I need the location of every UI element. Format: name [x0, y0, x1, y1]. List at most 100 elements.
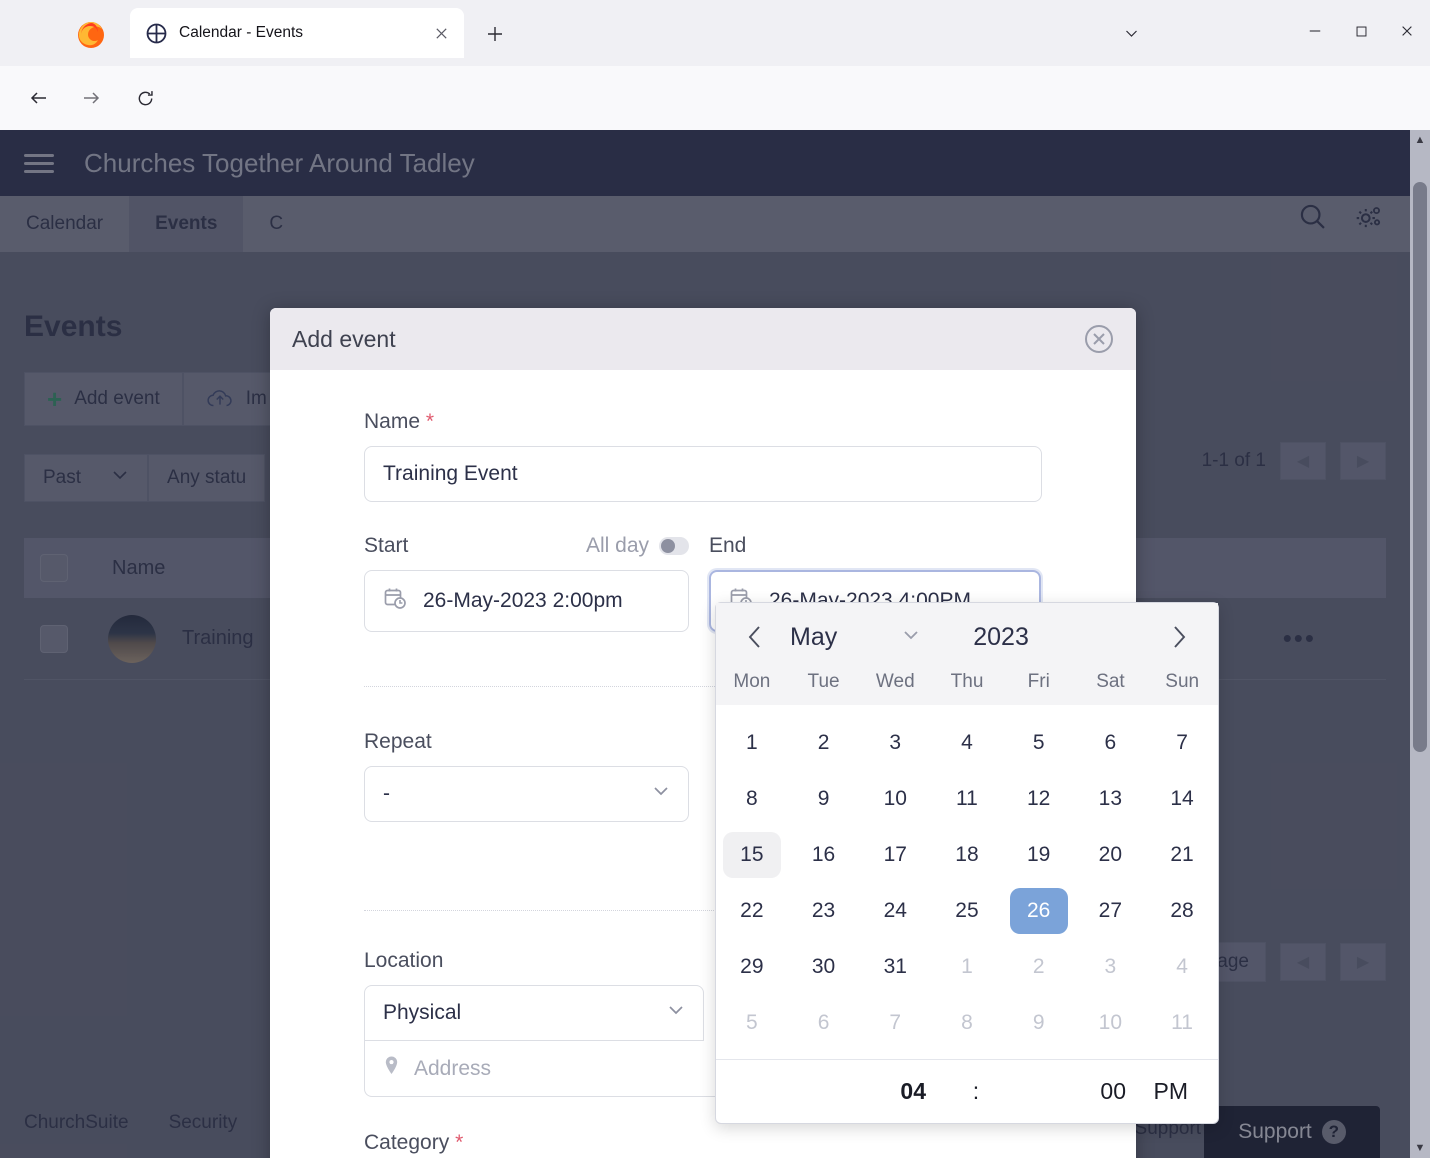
- chevron-down-icon[interactable]: [901, 625, 921, 650]
- calendar-day-cell[interactable]: 5: [716, 995, 788, 1051]
- required-asterisk: *: [425, 410, 435, 433]
- calendar-day-cell[interactable]: 14: [1146, 771, 1218, 827]
- calendar-day-cell[interactable]: 4: [1146, 939, 1218, 995]
- calendar-day-cell[interactable]: 21: [1146, 827, 1218, 883]
- category-field-group: Category * -: [364, 1131, 1042, 1158]
- name-input-value: Training Event: [383, 462, 518, 485]
- chevron-down-icon: [652, 782, 670, 806]
- calendar-day-cell[interactable]: 12: [1003, 771, 1075, 827]
- repeat-select[interactable]: -: [364, 766, 689, 822]
- browser-window: Calendar - Events Add event Name * Train…: [0, 0, 1430, 1158]
- toggle-switch-icon: [659, 537, 689, 555]
- calendar-day-cell[interactable]: 1: [931, 939, 1003, 995]
- reload-button-icon[interactable]: [126, 79, 164, 117]
- calendar-day-cell[interactable]: 6: [788, 995, 860, 1051]
- chevron-down-icon: [667, 1001, 685, 1025]
- close-window-button[interactable]: [1384, 8, 1430, 54]
- calendar-day-cell[interactable]: 9: [788, 771, 860, 827]
- meridiem-toggle[interactable]: PM: [1126, 1078, 1218, 1105]
- calendar-day-cell[interactable]: 24: [859, 883, 931, 939]
- tab-strip: Calendar - Events: [0, 0, 1430, 66]
- calendar-day-cell[interactable]: 16: [788, 827, 860, 883]
- calendar-day-cell[interactable]: 6: [1075, 715, 1147, 771]
- start-datetime-value: 26-May-2023 2:00pm: [423, 589, 623, 612]
- weekday-wed: Wed: [875, 671, 915, 692]
- datetime-picker-popup: May 2023 Mon Tue Wed Thu Fri Sat Sun 123…: [715, 602, 1219, 1124]
- page-scrollbar[interactable]: ▲ ▼: [1410, 130, 1430, 1158]
- calendar-day-cell[interactable]: 19: [1003, 827, 1075, 883]
- next-month-icon[interactable]: [1162, 624, 1196, 650]
- calendar-day-cell[interactable]: 8: [931, 995, 1003, 1051]
- page-viewport: Churches Together Around Tadley Calendar…: [0, 130, 1430, 1158]
- browser-tab[interactable]: Calendar - Events: [130, 8, 464, 58]
- picker-header: May 2023: [716, 603, 1218, 671]
- calendar-day-cell[interactable]: 11: [931, 771, 1003, 827]
- calendar-day-cell[interactable]: 10: [859, 771, 931, 827]
- calendar-day-cell[interactable]: 15: [716, 827, 788, 883]
- picker-year[interactable]: 2023: [973, 623, 1029, 652]
- name-input[interactable]: Training Event: [364, 446, 1042, 502]
- start-label-line: Start All day: [364, 534, 689, 558]
- forward-button-icon[interactable]: [72, 79, 110, 117]
- churchsuite-favicon-icon: [146, 23, 167, 44]
- calendar-day-cell[interactable]: 5: [1003, 715, 1075, 771]
- calendar-day-cell[interactable]: 3: [859, 715, 931, 771]
- calendar-day-cell[interactable]: 29: [716, 939, 788, 995]
- start-datetime-input[interactable]: 26-May-2023 2:00pm: [364, 570, 689, 632]
- scrollbar-thumb[interactable]: [1413, 182, 1427, 752]
- calendar-day-cell[interactable]: 9: [1003, 995, 1075, 1051]
- list-all-tabs-icon[interactable]: [1108, 10, 1154, 56]
- calendar-day-cell[interactable]: 13: [1075, 771, 1147, 827]
- calendar-day-cell[interactable]: 30: [788, 939, 860, 995]
- calendar-day-cell[interactable]: 2: [788, 715, 860, 771]
- calendar-day-grid: 1 2 3 4 5 6 7 8 9 10 11 12 13 14 15 16 17 18 19 20 21 22 23 24 2…: [716, 705, 1218, 1059]
- minute-input[interactable]: 00: [1026, 1078, 1126, 1105]
- calendar-day-cell[interactable]: 10: [1075, 995, 1147, 1051]
- calendar-day-cell[interactable]: 18: [931, 827, 1003, 883]
- all-day-toggle[interactable]: All day: [586, 534, 689, 558]
- new-tab-button[interactable]: [480, 19, 510, 49]
- time-picker-row: 04 : 00 PM: [716, 1059, 1218, 1123]
- calendar-day-cell[interactable]: 23: [788, 883, 860, 939]
- calendar-day-cell[interactable]: 2: [1003, 939, 1075, 995]
- close-modal-icon[interactable]: [1084, 324, 1114, 354]
- repeat-field-group: Repeat -: [364, 730, 689, 822]
- weekday-tue: Tue: [807, 671, 840, 692]
- calendar-day-cell[interactable]: 1: [716, 715, 788, 771]
- calendar-day-cell[interactable]: 27: [1075, 883, 1147, 939]
- close-tab-icon[interactable]: [428, 20, 454, 46]
- location-type-value: Physical: [383, 1001, 462, 1024]
- calendar-day-cell[interactable]: 28: [1146, 883, 1218, 939]
- calendar-day-cell[interactable]: 7: [1146, 715, 1218, 771]
- weekday-thu: Thu: [950, 671, 984, 692]
- calendar-day-cell[interactable]: 7: [859, 995, 931, 1051]
- scroll-up-arrow-icon[interactable]: ▲: [1410, 130, 1430, 150]
- hour-input[interactable]: 04: [716, 1078, 926, 1105]
- weekday-header-row: Mon Tue Wed Thu Fri Sat Sun: [716, 671, 1218, 705]
- calendar-day-cell[interactable]: 20: [1075, 827, 1147, 883]
- calendar-day-cell[interactable]: 31: [859, 939, 931, 995]
- repeat-select-value: -: [383, 782, 390, 805]
- location-type-select[interactable]: Physical: [364, 985, 704, 1041]
- repeat-label: Repeat: [364, 730, 432, 753]
- calendar-day-cell[interactable]: 22: [716, 883, 788, 939]
- navigation-toolbar: https://ctat.churchsuite.com/modules/cal…: [0, 66, 1430, 185]
- tab-title: Calendar - Events: [179, 24, 304, 41]
- scroll-down-arrow-icon[interactable]: ▼: [1410, 1138, 1430, 1158]
- prev-month-icon[interactable]: [738, 624, 772, 650]
- calendar-day-cell[interactable]: 4: [931, 715, 1003, 771]
- required-asterisk: *: [455, 1131, 464, 1154]
- calendar-day-cell[interactable]: 3: [1075, 939, 1147, 995]
- modal-header: Add event: [270, 308, 1136, 370]
- picker-month[interactable]: May: [790, 623, 837, 652]
- calendar-day-cell[interactable]: 17: [859, 827, 931, 883]
- window-controls: [1292, 8, 1430, 54]
- all-day-label: All day: [585, 534, 649, 557]
- back-button-icon[interactable]: [20, 79, 58, 117]
- calendar-day-cell[interactable]: 8: [716, 771, 788, 827]
- calendar-day-cell[interactable]: 11: [1146, 995, 1218, 1051]
- minimize-button[interactable]: [1292, 8, 1338, 54]
- maximize-button[interactable]: [1338, 8, 1384, 54]
- calendar-day-cell[interactable]: 26: [1003, 883, 1075, 939]
- calendar-day-cell[interactable]: 25: [931, 883, 1003, 939]
